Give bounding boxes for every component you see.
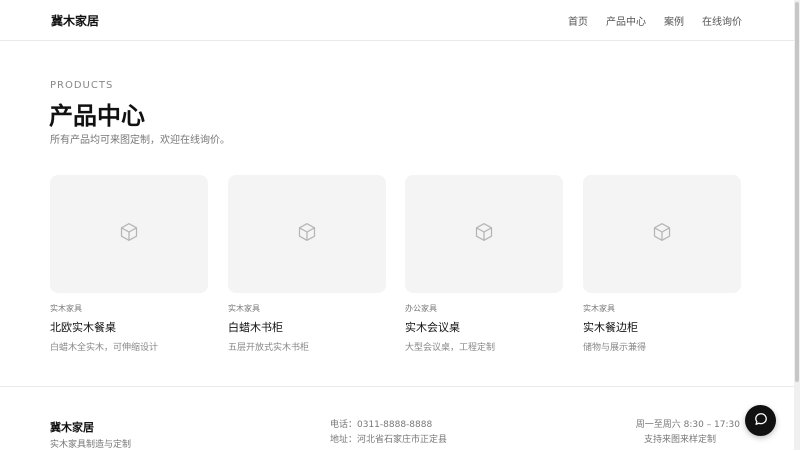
section-eyebrow: PRODUCTS	[50, 80, 114, 91]
product-thumbnail	[228, 175, 386, 293]
box-icon	[474, 222, 494, 246]
footer-hours: 周一至周六 8:30 – 17:30	[635, 420, 740, 430]
product-name[interactable]: 实木会议桌	[405, 319, 563, 335]
product-thumbnail	[405, 175, 563, 293]
product-description: 储物与展示兼得	[583, 343, 647, 353]
nav-inquiry[interactable]: 在线询价	[702, 13, 742, 28]
site-footer: 冀木家居 实木家具制造与定制 电话：0311-8888-8888 地址：河北省石…	[0, 386, 800, 451]
product-category: 实木家具	[228, 304, 260, 313]
brand-logo[interactable]: 冀木家居	[51, 12, 99, 29]
product-description: 白蜡木全实木，可伸缩设计	[50, 343, 159, 353]
page-subtitle: 所有产品均可来图定制，欢迎在线询价。	[50, 135, 230, 146]
product-grid: 实木家具 北欧实木餐桌 白蜡木全实木，可伸缩设计 实木家具 白蜡木书柜 五层开放…	[50, 175, 741, 353]
product-thumbnail	[583, 175, 741, 293]
nav-cases[interactable]: 案例	[664, 13, 684, 28]
chat-bubble-icon	[754, 411, 768, 430]
product-description: 大型会议桌，工程定制	[405, 343, 496, 353]
nav-home[interactable]: 首页	[568, 13, 588, 28]
product-description: 五层开放式实木书柜	[228, 343, 310, 353]
product-category: 实木家具	[50, 304, 82, 313]
page-scrollbar[interactable]	[794, 0, 800, 450]
product-name[interactable]: 北欧实木餐桌	[50, 319, 208, 335]
main-nav: 首页 产品中心 案例 在线询价	[568, 13, 742, 28]
product-name[interactable]: 白蜡木书柜	[228, 319, 386, 335]
product-card[interactable]: 实木家具 实木餐边柜 储物与展示兼得	[583, 175, 741, 353]
nav-products[interactable]: 产品中心	[606, 13, 646, 28]
product-name[interactable]: 实木餐边柜	[583, 319, 741, 335]
scrollbar-thumb[interactable]	[795, 2, 799, 382]
site-header: 冀木家居 首页 产品中心 案例 在线询价	[0, 0, 800, 41]
product-thumbnail	[50, 175, 208, 293]
box-icon	[119, 222, 139, 246]
product-category: 实木家具	[583, 304, 615, 313]
footer-brand: 冀木家居	[50, 421, 94, 434]
footer-address: 地址：河北省石家庄市正定县	[330, 435, 448, 445]
box-icon	[297, 222, 317, 246]
box-icon	[652, 222, 672, 246]
footer-note: 支持来图来样定制	[644, 435, 717, 445]
product-card[interactable]: 实木家具 白蜡木书柜 五层开放式实木书柜	[228, 175, 386, 353]
product-category: 办公家具	[405, 304, 437, 313]
product-card[interactable]: 实木家具 北欧实木餐桌 白蜡木全实木，可伸缩设计	[50, 175, 208, 353]
chat-button[interactable]	[745, 405, 776, 436]
footer-tagline: 实木家具制造与定制	[50, 440, 132, 450]
footer-phone: 电话：0311-8888-8888	[330, 420, 433, 430]
product-card[interactable]: 办公家具 实木会议桌 大型会议桌，工程定制	[405, 175, 563, 353]
page-title: 产品中心	[49, 102, 145, 130]
